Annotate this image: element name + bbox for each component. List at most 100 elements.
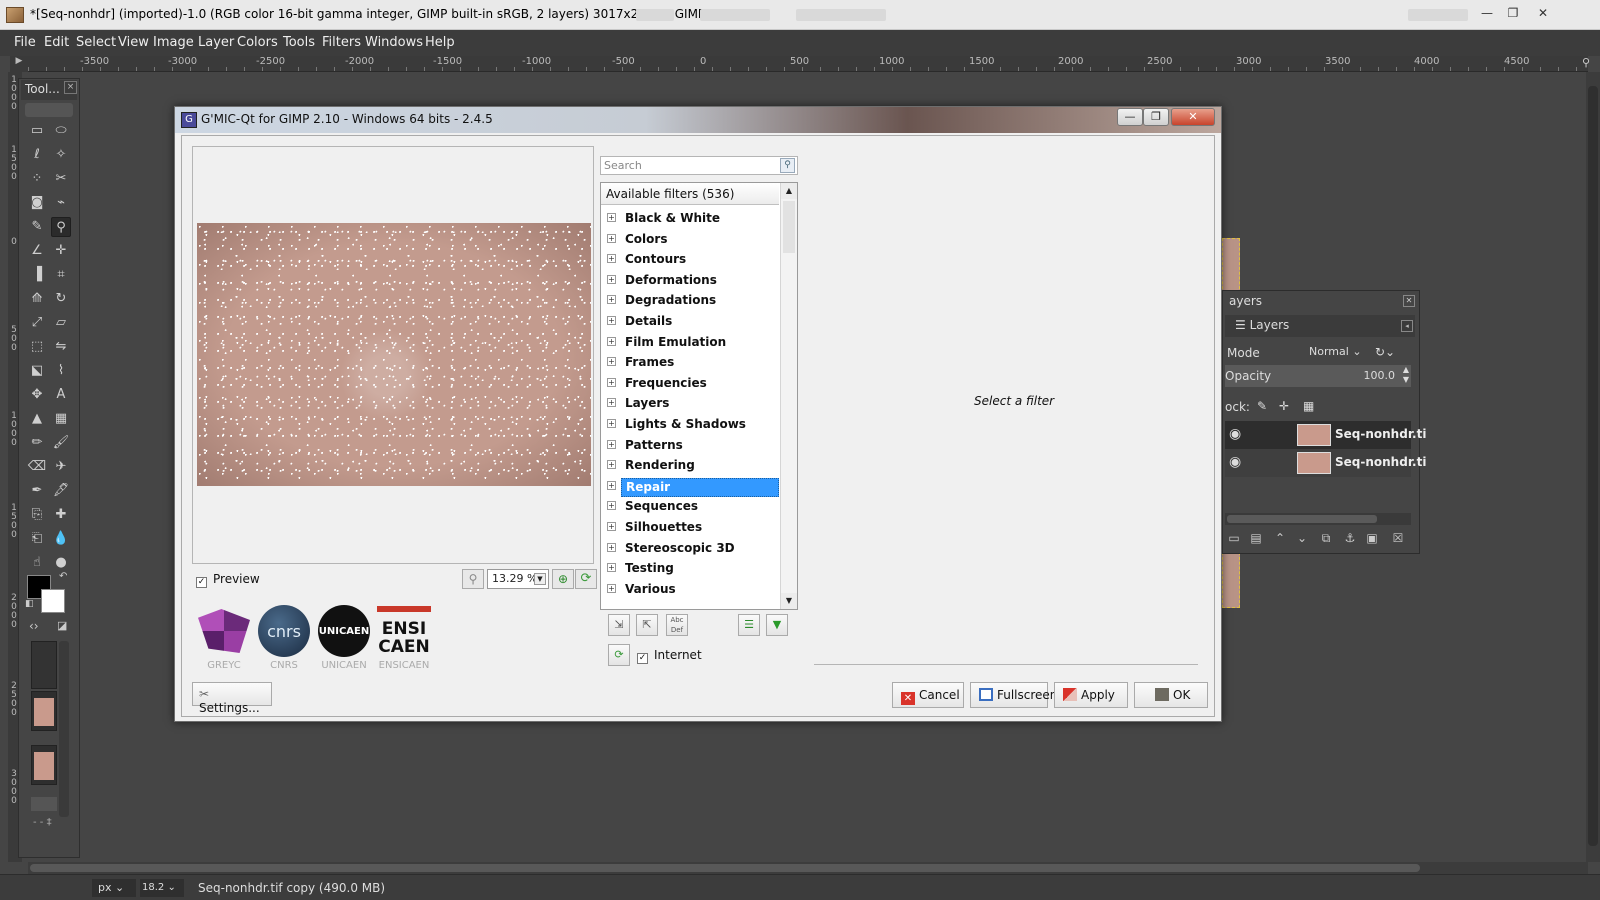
background-color[interactable] xyxy=(41,589,65,613)
expand-icon[interactable]: + xyxy=(607,295,616,305)
duplicate-layer-icon[interactable]: ⧉ xyxy=(1317,529,1335,547)
expand-icon[interactable]: + xyxy=(607,336,616,346)
close-button[interactable]: ✕ xyxy=(1532,4,1554,22)
filter-category[interactable]: + Contours xyxy=(601,250,779,270)
tab-menu-icon[interactable]: ◂ xyxy=(1401,320,1413,332)
layer-row[interactable]: ◉ Seq-nonhdr.ti xyxy=(1225,449,1426,477)
filter-category[interactable]: + Repair xyxy=(601,477,779,497)
minimize-button[interactable]: — xyxy=(1476,4,1498,22)
spin-icon[interactable]: ▲ ▼ xyxy=(1403,365,1409,385)
filter-category[interactable]: + Sequences xyxy=(601,497,779,517)
toggle-visibility-icon[interactable]: ☰ xyxy=(738,614,760,636)
fuzzy-select-tool-icon[interactable]: ✧ xyxy=(51,145,71,165)
filter-category[interactable]: + Frequencies xyxy=(601,374,779,394)
checkbox-preview[interactable]: ✓ xyxy=(196,577,207,588)
filter-category[interactable]: + Various xyxy=(601,580,779,600)
checkbox-internet[interactable]: ✓ xyxy=(637,653,648,664)
scrollbar-thumb[interactable] xyxy=(783,201,795,253)
ok-button[interactable]: OK xyxy=(1134,682,1208,708)
filter-category[interactable]: + Lights & Shadows xyxy=(601,415,779,435)
horizontal-scrollbar[interactable] xyxy=(28,862,1588,874)
paths-tool-icon[interactable]: ⌁ xyxy=(51,193,71,213)
expand-icon[interactable]: + xyxy=(607,480,616,490)
menu-windows[interactable]: Windows xyxy=(365,35,423,50)
close-icon[interactable]: ✕ xyxy=(1403,295,1415,307)
flip-tool-icon[interactable]: ⇋ xyxy=(51,337,71,357)
heal-tool-icon[interactable]: ✚ xyxy=(51,505,71,525)
anchor-icon[interactable]: ⚓ xyxy=(1341,529,1359,547)
filter-category[interactable]: + Testing xyxy=(601,559,779,579)
expand-icon[interactable]: + xyxy=(607,419,616,428)
wilber-drop-area[interactable] xyxy=(25,103,73,117)
scroll-up-icon[interactable]: ▲ xyxy=(781,183,797,199)
pencil-tool-icon[interactable]: ✏ xyxy=(27,433,47,453)
expand-icon[interactable]: + xyxy=(607,213,616,222)
menu-colors[interactable]: Colors xyxy=(237,35,278,50)
perspective-clone-tool-icon[interactable]: ⎗ xyxy=(27,529,47,549)
new-layer-icon[interactable]: ▭ xyxy=(1225,529,1243,547)
maximize-button[interactable]: ❐ xyxy=(1502,4,1524,22)
eye-icon[interactable]: ◉ xyxy=(1229,426,1249,442)
expand-icon[interactable]: + xyxy=(607,377,616,387)
lock-position-icon[interactable]: ✛ xyxy=(1279,399,1289,413)
filter-category[interactable]: + Film Emulation xyxy=(601,333,779,353)
crop-tool-icon[interactable]: ⌗ xyxy=(51,265,71,285)
canvas-image-edge[interactable] xyxy=(1222,238,1240,294)
expand-icon[interactable]: + xyxy=(607,501,616,511)
paintbrush-tool-icon[interactable]: 🖌 xyxy=(51,433,71,453)
filter-category[interactable]: + Details xyxy=(601,312,779,332)
swap-colors-icon[interactable]: ↶ xyxy=(59,571,67,582)
filter-category[interactable]: + Silhouettes xyxy=(601,518,779,538)
image-thumbnail[interactable] xyxy=(31,691,57,731)
color-picker-tool-icon[interactable]: ✎ xyxy=(27,217,47,237)
expand-icon[interactable]: + xyxy=(607,316,616,325)
layers-scrollbar[interactable] xyxy=(1225,513,1411,525)
cage-transform-tool-icon[interactable]: ⬕ xyxy=(27,361,47,381)
rect-select-tool-icon[interactable]: ▭ xyxy=(27,121,47,141)
default-colors-icon[interactable]: ◧ xyxy=(25,599,34,609)
handle-transform-tool-icon[interactable]: ✥ xyxy=(27,385,47,405)
code-icon[interactable]: ‹› xyxy=(29,619,39,633)
smudge-tool-icon[interactable]: ☝ xyxy=(27,553,47,573)
mode-reset-icon[interactable]: ↻⌄ xyxy=(1375,345,1395,359)
text-tool-icon[interactable]: A xyxy=(51,385,71,405)
pattern-icon[interactable]: ◪ xyxy=(57,619,67,632)
internet-checkbox[interactable]: ✓ Internet xyxy=(637,648,702,664)
perspective-tool-icon[interactable]: ⬚ xyxy=(27,337,47,357)
search-input[interactable]: Search ⚲ xyxy=(600,156,798,175)
menu-tools[interactable]: Tools xyxy=(283,35,315,50)
eye-icon[interactable]: ◉ xyxy=(1229,454,1249,470)
expand-icon[interactable]: + xyxy=(607,542,616,552)
close-icon[interactable]: × xyxy=(64,81,77,94)
dialog-maximize-button[interactable]: ❐ xyxy=(1143,108,1169,126)
dialog-title-bar[interactable]: G G'MIC-Qt for GIMP 2.10 - Windows 64 bi… xyxy=(175,107,1221,133)
image-thumbnail[interactable] xyxy=(31,797,57,811)
tree-header[interactable]: Available filters (536) xyxy=(601,183,779,205)
vertical-scrollbar[interactable] xyxy=(1586,72,1600,862)
filter-category[interactable]: + Stereoscopic 3D xyxy=(601,539,779,559)
mask-icon[interactable]: ▣ xyxy=(1363,529,1381,547)
dodge-burn-tool-icon[interactable]: ● xyxy=(51,553,71,573)
unit-select[interactable]: px ⌄ xyxy=(92,879,136,897)
mode-select[interactable]: Normal ⌄ xyxy=(1309,345,1371,363)
delete-layer-icon[interactable]: ☒ xyxy=(1389,529,1407,547)
zoom-in-icon[interactable]: ⊕ xyxy=(552,569,574,589)
fullscreen-button[interactable]: Fullscreen xyxy=(970,682,1057,708)
lock-pixels-icon[interactable]: ✎ xyxy=(1257,399,1267,413)
dialog-close-button[interactable]: ✕ xyxy=(1171,108,1215,126)
remove-favorite-icon[interactable]: ⇱ xyxy=(636,614,658,636)
scrollbar-thumb[interactable] xyxy=(30,864,1420,872)
lower-layer-icon[interactable]: ⌄ xyxy=(1293,529,1311,547)
align-tool-icon[interactable]: ▐ xyxy=(27,265,47,285)
unified-transform-tool-icon[interactable]: ⟰ xyxy=(27,289,47,309)
zoom-icon[interactable]: ⚲ xyxy=(1582,56,1596,72)
expand-icon[interactable]: + xyxy=(607,233,616,243)
zoom-out-icon[interactable]: ⚲ xyxy=(462,569,484,589)
ruler-corner[interactable]: ▶ xyxy=(10,56,28,72)
cancel-button[interactable]: ✕ Cancel xyxy=(892,682,964,708)
expand-icon[interactable]: + xyxy=(607,522,616,531)
scroll-down-icon[interactable]: ▼ xyxy=(781,593,797,609)
by-color-select-tool-icon[interactable]: ⁘ xyxy=(27,169,47,189)
raise-layer-icon[interactable]: ⌃ xyxy=(1271,529,1289,547)
filter-category[interactable]: + Layers xyxy=(601,394,779,414)
